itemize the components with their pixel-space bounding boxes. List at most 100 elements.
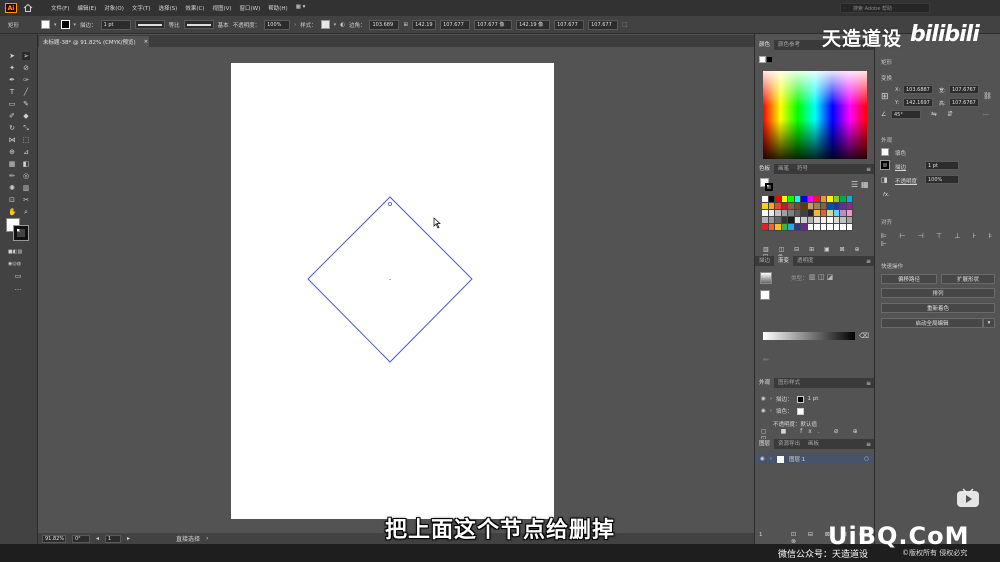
selection-tool-icon[interactable]: ➤ xyxy=(8,52,16,60)
swatch-stroke-preview[interactable] xyxy=(765,183,773,191)
more-options-icon[interactable]: ··· xyxy=(983,112,989,119)
gradient-type-icons[interactable]: ▥ ◫ ◪ xyxy=(809,273,833,281)
shape-builder-icon[interactable]: ⊕ xyxy=(8,148,16,156)
swatch[interactable] xyxy=(846,217,853,224)
w-field[interactable]: 107.677 像 xyxy=(474,19,513,30)
line-tool-icon[interactable]: ╱ xyxy=(22,88,30,96)
symbol-sprayer-icon[interactable]: ✺ xyxy=(8,184,16,192)
link-icon[interactable]: ⛓ xyxy=(983,92,992,100)
prop-opacity-field[interactable]: 100% xyxy=(925,175,959,184)
close-icon[interactable]: × xyxy=(144,39,149,45)
prop-stroke-swatch[interactable] xyxy=(880,160,890,170)
grid-view-icon[interactable]: ▦ xyxy=(861,180,869,189)
chevron-right-icon[interactable]: › xyxy=(770,456,772,462)
h-field[interactable]: 142.19 像 xyxy=(516,19,551,30)
variable-width-profile[interactable] xyxy=(134,20,165,29)
zoom-tool-icon[interactable]: ⌕ xyxy=(22,208,30,216)
menu-window[interactable]: 窗口(W) xyxy=(236,4,265,12)
list-view-icon[interactable]: ☰ xyxy=(851,180,858,189)
gradient-preview[interactable] xyxy=(760,272,772,284)
swatch[interactable] xyxy=(846,196,853,203)
menu-edit[interactable]: 编辑(E) xyxy=(73,4,100,12)
tab-graphic-styles[interactable]: 图形样式 xyxy=(774,378,804,388)
flip-icons[interactable]: ⇋ ⇵ xyxy=(931,110,957,118)
prop-angle-field[interactable]: 45° xyxy=(891,110,921,119)
stroke-swatch[interactable] xyxy=(60,20,70,29)
perspective-grid-icon[interactable]: ⊿ xyxy=(22,148,30,156)
top-anchor-point[interactable] xyxy=(387,201,392,206)
tab-gradient[interactable]: 渐变 xyxy=(774,256,794,266)
prop-fill-swatch[interactable] xyxy=(881,148,889,156)
prop-fill-label[interactable]: 填色 xyxy=(895,149,906,157)
appearance-opacity[interactable]: 不透明度：默认值 xyxy=(773,420,817,428)
tab-swatches[interactable]: 色板 xyxy=(755,164,775,174)
menu-type[interactable]: 文字(T) xyxy=(128,4,155,12)
prop-opacity-label[interactable]: 不透明度 xyxy=(895,177,917,185)
gradient-fill-box[interactable] xyxy=(760,290,770,300)
menu-object[interactable]: 对象(O) xyxy=(100,4,128,12)
tab-asset-export[interactable]: 资源导出 xyxy=(774,439,804,449)
swatch[interactable] xyxy=(846,210,853,217)
appearance-row-fill[interactable]: ◉ › 填色： xyxy=(761,407,804,415)
arrange-button[interactable]: 排列 xyxy=(881,288,995,298)
appearance-row-stroke[interactable]: ◉ › 描边： 1 pt xyxy=(761,395,818,403)
panel-menu-icon[interactable]: ≡ xyxy=(866,166,871,173)
eyedropper-icon[interactable]: ✏ xyxy=(763,356,769,364)
workspace-switcher-icon[interactable]: ▦ ▾ xyxy=(292,4,310,12)
color-fill-swatch[interactable] xyxy=(759,56,766,63)
menu-help[interactable]: 帮助(H) xyxy=(264,4,291,12)
appearance-stroke-swatch[interactable] xyxy=(796,395,804,403)
more-tools-icon[interactable]: ··· xyxy=(14,286,22,294)
swatch[interactable] xyxy=(846,224,853,231)
fill-swatch[interactable] xyxy=(41,20,51,29)
recolor-icon[interactable]: ◐ xyxy=(340,22,345,28)
eraser-icon[interactable]: ◆ xyxy=(22,112,30,120)
play-button-icon[interactable] xyxy=(956,488,980,508)
recolor-button[interactable]: 重新着色 xyxy=(881,303,995,313)
prop-h-field[interactable]: 107.6767 xyxy=(949,98,979,107)
graphic-style-swatch[interactable] xyxy=(320,20,330,29)
gradient-tool-icon[interactable]: ◧ xyxy=(22,160,30,168)
tab-appearance[interactable]: 外观 xyxy=(755,378,775,388)
blend-tool-icon[interactable]: ◎ xyxy=(22,172,30,180)
free-transform-icon[interactable]: ⬚ xyxy=(22,136,30,144)
rectangle-tool-icon[interactable]: ▭ xyxy=(8,100,16,108)
type-tool-icon[interactable]: T xyxy=(8,88,16,96)
layer-name[interactable]: 图层 1 xyxy=(789,455,805,463)
menu-select[interactable]: 选择(S) xyxy=(155,4,182,12)
menu-view[interactable]: 视图(V) xyxy=(208,4,235,12)
transform-icon[interactable]: ⬚ xyxy=(622,22,627,28)
align-icons[interactable]: ⊫ ⊢ ⊣ ⊤ ⊥ ⊦ ⊧ ⊩ xyxy=(881,232,1000,248)
column-graph-icon[interactable]: ▥ xyxy=(22,184,30,192)
swatch-grid[interactable] xyxy=(762,196,866,231)
stroke-color-box[interactable] xyxy=(13,225,29,241)
curvature-tool-icon[interactable]: ✑ xyxy=(22,76,30,84)
scale-tool-icon[interactable]: ⤡ xyxy=(22,124,30,132)
y-field[interactable]: 107.677 xyxy=(440,19,471,30)
rotate-tool-icon[interactable]: ↻ xyxy=(8,124,16,132)
menu-file[interactable]: 文件(F) xyxy=(47,4,73,12)
reference-point-icon[interactable]: ⊞ xyxy=(881,92,889,102)
eye-icon[interactable]: ◉ xyxy=(761,396,766,402)
opacity-field[interactable]: 100% xyxy=(264,19,291,30)
prop-x-field[interactable]: 103.6887 xyxy=(903,85,933,94)
eye-icon[interactable]: ◉ xyxy=(760,456,765,462)
width-field[interactable]: 107.677 xyxy=(554,19,585,30)
x-field[interactable]: 142.19 xyxy=(412,19,437,30)
magic-wand-icon[interactable]: ✦ xyxy=(8,64,16,72)
appearance-fill-label[interactable]: 填色： xyxy=(776,407,793,415)
tab-layers[interactable]: 图层 xyxy=(755,439,775,449)
color-stroke-swatch[interactable] xyxy=(767,57,772,62)
target-icon[interactable]: ○ xyxy=(864,456,869,462)
pen-tool-icon[interactable]: ✒ xyxy=(8,76,16,84)
chevron-right-icon[interactable]: › xyxy=(770,408,772,414)
panel-menu-icon[interactable]: ≡ xyxy=(866,258,871,265)
tab-color-guide[interactable]: 颜色参考 xyxy=(774,40,804,50)
corner-field[interactable]: 103.689 xyxy=(369,19,400,30)
offset-path-button[interactable]: 偏移路径 xyxy=(881,274,937,284)
chevron-down-icon[interactable]: ▾ xyxy=(74,22,77,28)
chevron-right-icon[interactable]: › xyxy=(294,22,296,28)
chevron-down-icon[interactable]: ▾ xyxy=(334,22,337,28)
shaper-tool-icon[interactable]: ✐ xyxy=(8,112,16,120)
appearance-stroke-label[interactable]: 描边： xyxy=(776,395,793,403)
